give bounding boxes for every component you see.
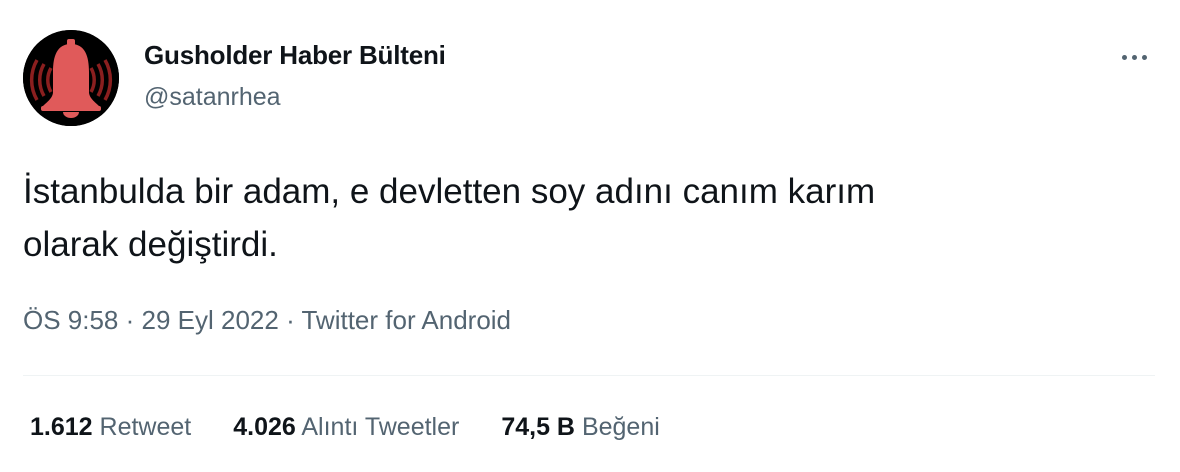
divider [23,375,1155,376]
avatar[interactable] [23,30,119,126]
more-options-button[interactable] [1112,40,1156,74]
tweet-text: İstanbulda bir adam, e devletten soy adı… [23,172,876,264]
tweet-date: 29 Eyl 2022 [141,305,279,335]
retweets-stat[interactable]: 1.612 Retweet [30,413,191,442]
tweet-time: ÖS 9:58 [23,305,119,335]
meta-separator: · [278,305,302,335]
likes-label: Beğeni [581,413,660,441]
tweet-time-link[interactable]: ÖS 9:58 · 29 Eyl 2022 [23,305,279,335]
quote-tweets-label: Alıntı Tweetler [301,413,460,441]
engagement-stats: 1.612 Retweet 4.026 Alıntı Tweetler 74,5… [30,413,702,442]
tweet-detail: Gusholder Haber Bülteni @satanrhea İstan… [0,0,1180,472]
likes-count: 74,5 B [501,413,575,441]
quote-tweets-stat[interactable]: 4.026 Alıntı Tweetler [233,413,459,442]
user-handle[interactable]: @satanrhea [144,83,281,112]
retweets-count: 1.612 [30,413,93,441]
bell-icon [23,30,119,126]
tweet-source-link[interactable]: Twitter for Android [301,305,511,335]
likes-stat[interactable]: 74,5 B Beğeni [501,413,659,442]
meta-separator: · [118,305,142,335]
retweets-label: Retweet [99,413,192,441]
display-name[interactable]: Gusholder Haber Bülteni [144,40,446,71]
tweet-metadata: ÖS 9:58 · 29 Eyl 2022 · Twitter for Andr… [23,305,511,336]
quote-tweets-count: 4.026 [233,413,296,441]
more-horizontal-icon [1119,54,1149,60]
